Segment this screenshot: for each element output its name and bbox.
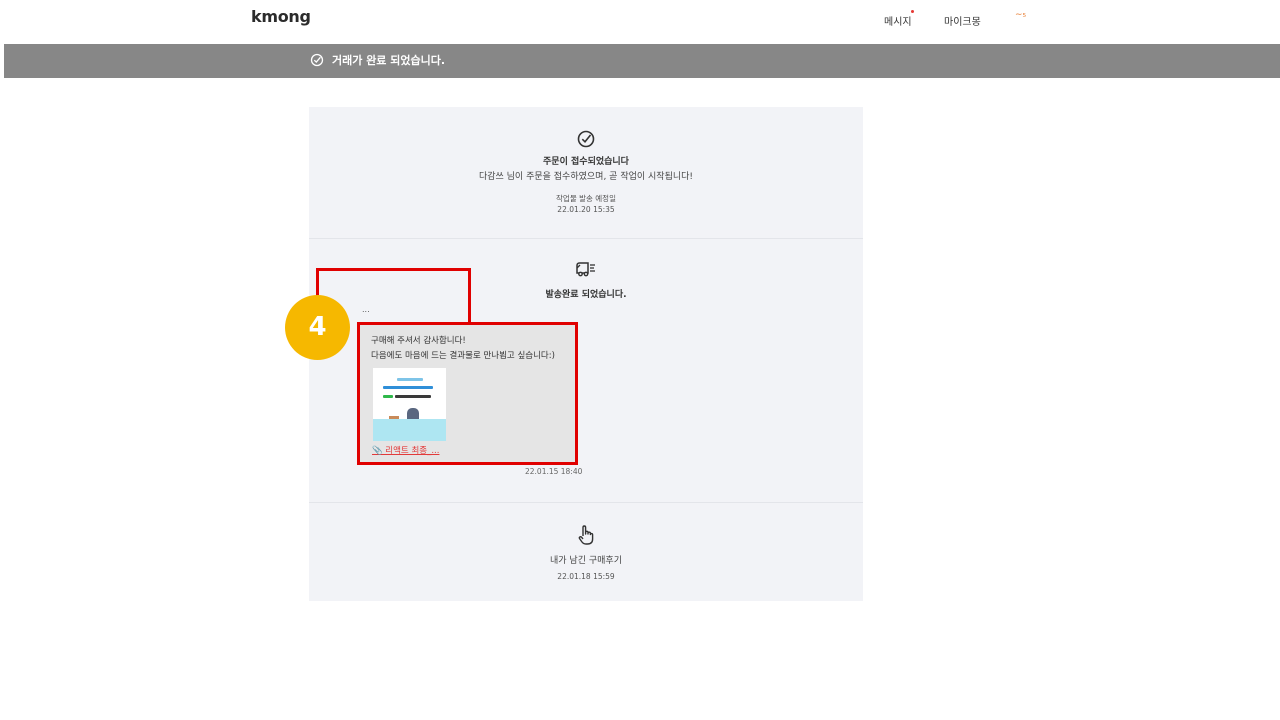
hand-pointer-icon xyxy=(578,525,594,545)
profile-menu[interactable]: ∼₅ xyxy=(1015,10,1026,20)
order-received-description: 다감쓰 님이 주문을 접수하였으며, 곧 작업이 시작됩니다! xyxy=(478,172,694,182)
unread-dot-icon xyxy=(911,10,914,13)
thumb-graphic xyxy=(395,395,431,398)
attachment-thumbnail[interactable] xyxy=(373,368,446,441)
section-divider xyxy=(309,502,863,503)
due-date-value: 22.01.20 15:35 xyxy=(557,205,615,214)
check-circle-icon xyxy=(577,130,595,148)
thumb-graphic xyxy=(383,386,433,389)
section-divider xyxy=(309,238,863,239)
banner-text: 거래가 완료 되었습니다. xyxy=(332,54,446,67)
sender-name-preview: ... xyxy=(362,305,370,314)
check-circle-icon xyxy=(310,53,324,67)
message-timestamp: 22.01.15 18:40 xyxy=(525,467,583,476)
message-line: 다음에도 마음에 드는 결과물로 만나뵙고 싶습니다:) xyxy=(371,351,555,361)
nav-mykmong-link[interactable]: 마이크몽 xyxy=(944,13,981,28)
thumb-graphic xyxy=(383,395,393,398)
kmong-logo[interactable]: kmong xyxy=(251,7,311,26)
due-date-label: 작업물 발송 예정일 xyxy=(556,194,616,203)
message-line: 구매해 주셔서 감사합니다! xyxy=(371,336,466,346)
delivery-message-bubble: 구매해 주셔서 감사합니다! 다음에도 마음에 드는 결과물로 만나뵙고 싶습니… xyxy=(357,322,578,465)
review-date: 22.01.18 15:59 xyxy=(557,572,615,581)
review-title[interactable]: 내가 남긴 구매후기 xyxy=(309,553,863,566)
nav-messages-link[interactable]: 메시지 xyxy=(884,13,912,28)
attachment-file-link[interactable]: 📎 리액트 최종_... xyxy=(372,444,439,456)
thumb-graphic xyxy=(397,378,423,381)
order-received-title: 주문이 접수되었습니다 xyxy=(543,157,629,167)
completion-banner: 거래가 완료 되었습니다. xyxy=(4,44,1280,78)
top-navigation: kmong 메시지 마이크몽 ∼₅ xyxy=(0,0,1280,44)
delivery-truck-icon xyxy=(576,262,595,277)
step-number-badge: 4 xyxy=(285,295,350,360)
thumb-graphic xyxy=(373,419,446,441)
